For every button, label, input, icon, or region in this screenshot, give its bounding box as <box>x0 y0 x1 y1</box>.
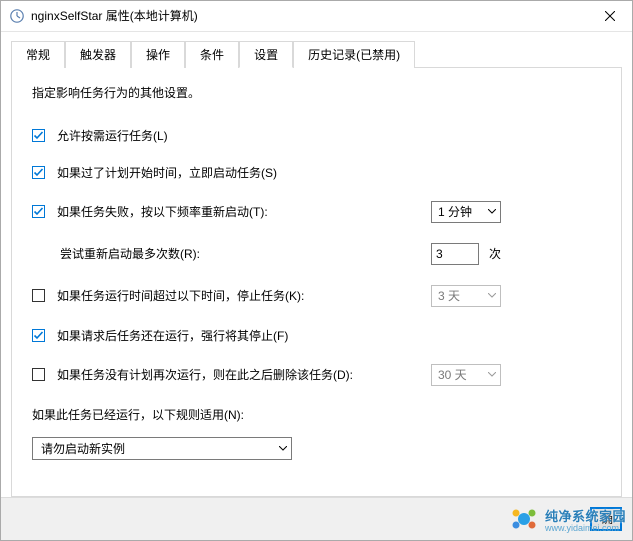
label-stop-if-long: 如果任务运行时间超过以下时间，停止任务(K): <box>57 287 304 304</box>
select-restart-interval[interactable]: 1 分钟 <box>431 201 501 223</box>
panel-description: 指定影响任务行为的其他设置。 <box>32 84 601 101</box>
chevron-down-icon <box>488 292 496 300</box>
select-stop-duration: 3 天 <box>431 285 501 307</box>
input-restart-attempts[interactable] <box>431 243 479 265</box>
tab-history[interactable]: 历史记录(已禁用) <box>293 41 415 68</box>
label-delete-if-not-sched: 如果任务没有计划再次运行，则在此之后删除该任务(D): <box>57 366 353 383</box>
checkbox-stop-if-long[interactable] <box>32 289 45 302</box>
task-scheduler-icon <box>9 8 25 24</box>
row-run-asap: 如果过了计划开始时间，立即启动任务(S) <box>32 164 601 181</box>
checkbox-delete-if-not-sched[interactable] <box>32 368 45 381</box>
tab-conditions[interactable]: 条件 <box>185 41 239 68</box>
row-restart-attempts: 尝试重新启动最多次数(R): 次 <box>32 243 601 265</box>
unit-times: 次 <box>489 245 501 262</box>
tab-triggers[interactable]: 触发器 <box>65 41 131 68</box>
chevron-down-icon <box>488 208 496 216</box>
chevron-down-icon <box>279 441 287 455</box>
window-title: nginxSelfStar 属性(本地计算机) <box>31 7 587 24</box>
label-run-asap: 如果过了计划开始时间，立即启动任务(S) <box>57 164 277 181</box>
label-already-running: 如果此任务已经运行，以下规则适用(N): <box>32 406 244 423</box>
tab-general[interactable]: 常规 <box>11 41 65 68</box>
chevron-down-icon <box>488 371 496 379</box>
label-restart-if-fail: 如果任务失败，按以下频率重新启动(T): <box>57 203 268 220</box>
checkbox-run-asap[interactable] <box>32 166 45 179</box>
select-delete-after: 30 天 <box>431 364 501 386</box>
close-button[interactable] <box>587 1 632 30</box>
row-force-stop: 如果请求后任务还在运行，强行将其停止(F) <box>32 327 601 344</box>
row-allow-demand: 允许按需运行任务(L) <box>32 127 601 144</box>
properties-window: nginxSelfStar 属性(本地计算机) 常规 触发器 操作 条件 设置 … <box>0 0 633 541</box>
select-restart-interval-value: 1 分钟 <box>438 203 472 220</box>
window-body: 常规 触发器 操作 条件 设置 历史记录(已禁用) 指定影响任务行为的其他设置。… <box>1 32 632 497</box>
label-force-stop: 如果请求后任务还在运行，强行将其停止(F) <box>57 327 288 344</box>
titlebar: nginxSelfStar 属性(本地计算机) <box>1 1 632 32</box>
row-already-running: 如果此任务已经运行，以下规则适用(N): <box>32 406 601 423</box>
tab-settings[interactable]: 设置 <box>239 41 293 68</box>
select-delete-after-value: 30 天 <box>438 366 467 383</box>
checkbox-restart-if-fail[interactable] <box>32 205 45 218</box>
tab-strip: 常规 触发器 操作 条件 设置 历史记录(已禁用) <box>11 40 622 67</box>
label-allow-demand: 允许按需运行任务(L) <box>57 127 168 144</box>
tab-actions[interactable]: 操作 <box>131 41 185 68</box>
label-restart-attempts: 尝试重新启动最多次数(R): <box>60 245 200 262</box>
select-stop-duration-value: 3 天 <box>438 287 460 304</box>
checkbox-allow-demand[interactable] <box>32 129 45 142</box>
ok-button[interactable]: 确 <box>590 507 622 531</box>
row-restart-if-fail: 如果任务失败，按以下频率重新启动(T): 1 分钟 <box>32 201 601 223</box>
settings-panel: 指定影响任务行为的其他设置。 允许按需运行任务(L) 如果过了计划开始时间，立即… <box>11 67 622 497</box>
select-instance-rule[interactable]: 请勿启动新实例 <box>32 437 292 460</box>
row-stop-if-long: 如果任务运行时间超过以下时间，停止任务(K): 3 天 <box>32 285 601 307</box>
row-delete-if-not-sched: 如果任务没有计划再次运行，则在此之后删除该任务(D): 30 天 <box>32 364 601 386</box>
checkbox-force-stop[interactable] <box>32 329 45 342</box>
select-instance-rule-value: 请勿启动新实例 <box>41 440 125 457</box>
dialog-footer: 确 <box>1 497 632 540</box>
row-rule-select: 请勿启动新实例 <box>32 437 601 460</box>
